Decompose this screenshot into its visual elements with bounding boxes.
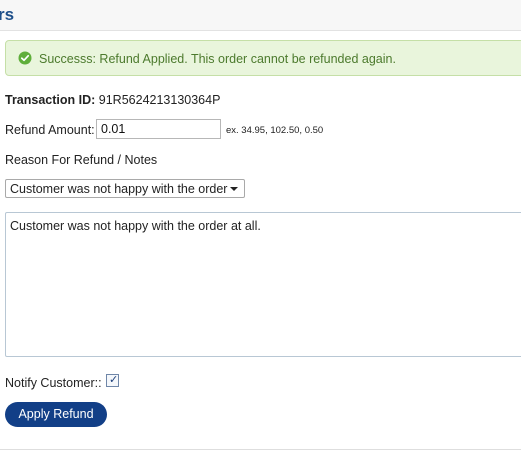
notify-customer-label: Notify Customer:: <box>5 376 102 390</box>
success-message: Successs: Refund Applied. This order can… <box>39 52 396 66</box>
page-header: rs <box>0 0 521 31</box>
notify-customer-checkbox[interactable]: ✓ <box>106 374 119 387</box>
refund-amount-hint: ex. 34.95, 102.50, 0.50 <box>226 125 324 136</box>
apply-refund-button[interactable]: Apply Refund <box>5 402 107 427</box>
success-alert: Successs: Refund Applied. This order can… <box>5 40 521 76</box>
notes-text: Customer was not happy with the order at… <box>10 219 261 233</box>
checkmark-icon: ✓ <box>109 374 119 386</box>
chevron-down-icon <box>230 187 238 191</box>
reason-select[interactable]: Customer was not happy with the order <box>5 179 245 198</box>
page-title: rs <box>0 5 15 24</box>
transaction-id-label: Transaction ID: <box>5 93 96 107</box>
notes-textarea[interactable]: Customer was not happy with the order at… <box>5 212 521 357</box>
refund-amount-input[interactable] <box>96 119 221 139</box>
transaction-id-value: 91R5624213130364P <box>98 93 221 107</box>
check-circle-icon <box>18 51 32 65</box>
transaction-id-row: Transaction ID: 91R5624213130364P <box>5 93 220 107</box>
divider <box>0 449 521 450</box>
refund-amount-label: Refund Amount: <box>5 123 95 137</box>
reason-label: Reason For Refund / Notes <box>5 153 158 167</box>
reason-select-value: Customer was not happy with the order <box>10 182 228 196</box>
